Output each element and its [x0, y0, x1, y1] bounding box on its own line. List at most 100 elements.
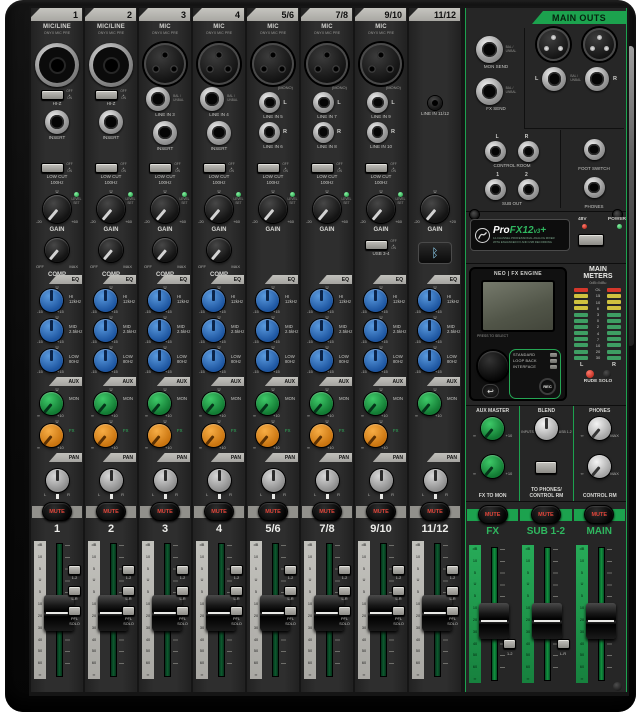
low-cut-button[interactable] — [203, 163, 227, 174]
pfl-solo-button[interactable] — [338, 606, 351, 617]
assign-1-2-button[interactable] — [338, 565, 351, 575]
aux-fx-knob[interactable] — [148, 424, 171, 447]
rec-button[interactable]: REC — [539, 378, 556, 395]
assign-lr-button[interactable] — [68, 585, 81, 596]
assign-lr-button[interactable] — [230, 585, 243, 596]
main-fader-handle[interactable] — [585, 603, 616, 639]
gain-knob[interactable] — [313, 195, 341, 223]
assign-1-2-button[interactable] — [176, 565, 189, 575]
control-rm-level-knob[interactable] — [588, 455, 612, 478]
pan-knob[interactable] — [369, 469, 393, 499]
assign-1-2-button[interactable] — [392, 565, 405, 575]
aux-fx-knob[interactable] — [202, 424, 225, 447]
fx-assign-1-2-button[interactable] — [503, 639, 517, 649]
pan-knob[interactable] — [45, 469, 69, 499]
pan-knob[interactable] — [261, 469, 285, 499]
gain-knob[interactable] — [97, 195, 125, 223]
aux-fx-knob[interactable] — [364, 424, 387, 447]
assign-1-2-button[interactable] — [230, 565, 243, 575]
assign-lr-button[interactable] — [446, 585, 459, 596]
aux-fx-knob[interactable] — [310, 424, 333, 447]
sub-fader-label: SUB 1-2 — [526, 526, 566, 537]
sub-fader-handle[interactable] — [532, 603, 563, 639]
comp-knob[interactable] — [99, 238, 123, 262]
low-cut-button[interactable] — [365, 163, 389, 174]
pfl-solo-button[interactable] — [176, 606, 189, 617]
aux-mon-knob[interactable] — [364, 392, 387, 415]
comp-knob[interactable] — [45, 238, 69, 262]
comp-knob[interactable] — [153, 238, 177, 262]
hi-z-button[interactable] — [41, 90, 65, 101]
pan-knob[interactable] — [153, 469, 177, 499]
low-cut-button[interactable] — [257, 163, 281, 174]
gain-knob[interactable] — [151, 195, 179, 223]
mute-button[interactable]: MUTE — [420, 502, 450, 521]
phones-level-knob[interactable] — [588, 417, 612, 440]
aux-mon-knob[interactable] — [148, 392, 171, 415]
gain-knob[interactable] — [205, 195, 233, 223]
fx-fader-handle[interactable] — [479, 603, 509, 639]
sub-assign-lr-button[interactable] — [556, 639, 570, 649]
aux-fx-knob[interactable] — [94, 424, 117, 447]
pfl-solo-button[interactable] — [122, 606, 135, 617]
fx-select-encoder[interactable] — [478, 351, 508, 381]
aux-mon-knob[interactable] — [418, 392, 441, 415]
assign-lr-button[interactable] — [392, 585, 405, 596]
bluetooth-button[interactable]: ᛒ — [418, 242, 452, 264]
mute-button[interactable]: MUTE — [258, 502, 288, 521]
assign-1-2-button[interactable] — [68, 565, 81, 575]
aux-mon-knob[interactable] — [310, 392, 333, 415]
aux-fx-knob[interactable] — [256, 424, 279, 447]
aux-mon-knob[interactable] — [94, 392, 117, 415]
phantom-power-button[interactable] — [578, 234, 604, 246]
gain-knob[interactable] — [43, 195, 71, 223]
assign-1-2-button[interactable] — [122, 565, 135, 575]
gain-knob[interactable] — [367, 195, 395, 223]
aux-master-knob[interactable] — [481, 417, 505, 440]
assign-1-2-button[interactable] — [284, 565, 297, 575]
aux-mon-knob[interactable] — [202, 392, 225, 415]
pan-knob[interactable] — [207, 469, 231, 499]
aux-mon-knob[interactable] — [256, 392, 279, 415]
pfl-solo-button[interactable] — [68, 606, 81, 617]
aux-mon-knob[interactable] — [40, 392, 63, 415]
fx-mute-button[interactable]: MUTE — [477, 505, 508, 524]
hi-z-button[interactable] — [95, 90, 119, 101]
channel-input-label: MIC/LINE ONYX MIC PRE — [43, 24, 71, 35]
pfl-solo-button[interactable] — [230, 606, 243, 617]
pfl-solo-button[interactable] — [392, 606, 405, 617]
to-phones-control-rm-button[interactable] — [535, 461, 558, 474]
assign-lr-button[interactable] — [122, 585, 135, 596]
assign-lr-button[interactable] — [338, 585, 351, 596]
mute-button[interactable]: MUTE — [42, 502, 72, 521]
pan-knob[interactable] — [99, 469, 123, 499]
mute-button[interactable]: MUTE — [366, 502, 396, 521]
pan-knob[interactable] — [423, 469, 447, 499]
low-cut-button[interactable] — [41, 163, 65, 174]
mute-button[interactable]: MUTE — [312, 502, 342, 521]
low-cut-button[interactable] — [149, 163, 173, 174]
usb-3-4-button[interactable] — [365, 240, 389, 251]
pfl-solo-button[interactable] — [446, 606, 459, 617]
sub-mute-button[interactable]: MUTE — [530, 505, 561, 524]
blend-knob[interactable] — [534, 417, 558, 440]
main-mute-button[interactable]: MUTE — [584, 505, 615, 524]
line-input-left-label: LINE IN 9 — [371, 114, 391, 119]
assign-lr-button[interactable] — [284, 585, 297, 596]
fx-to-mon-knob[interactable] — [481, 455, 505, 478]
assign-1-2-button[interactable] — [446, 565, 459, 575]
aux-fx-knob[interactable] — [40, 424, 63, 447]
low-cut-button[interactable] — [311, 163, 335, 174]
gain-knob[interactable] — [259, 195, 287, 223]
mute-button[interactable]: MUTE — [204, 502, 234, 521]
pfl-solo-button[interactable] — [284, 606, 297, 617]
mute-button[interactable]: MUTE — [96, 502, 126, 521]
gain-knob[interactable] — [421, 195, 449, 223]
back-button[interactable]: ↩ — [482, 384, 499, 398]
mute-button[interactable]: MUTE — [150, 502, 180, 521]
low-cut-button[interactable] — [95, 163, 119, 174]
assign-lr-button[interactable] — [176, 585, 189, 596]
pan-knob[interactable] — [315, 469, 339, 499]
comp-knob[interactable] — [207, 238, 231, 262]
channel-tab: 2 — [85, 8, 136, 21]
